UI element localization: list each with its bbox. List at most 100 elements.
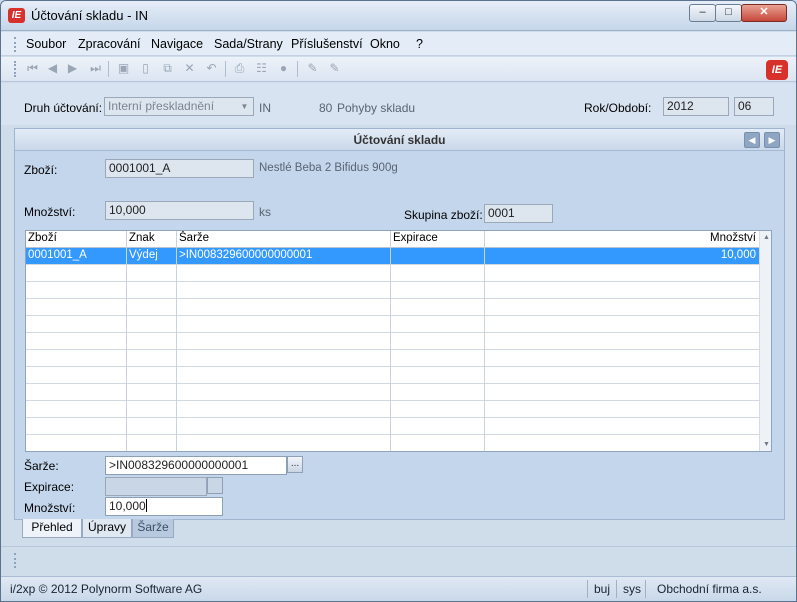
copy-icon[interactable]: ⧉ (160, 61, 175, 76)
menu-sada-strany[interactable]: Sada/Strany (214, 37, 283, 51)
druh-combobox[interactable]: Interní přeskladnění ▼ (104, 97, 254, 116)
rok-label: Rok/Období: (584, 101, 652, 115)
save-icon[interactable]: ▣ (116, 61, 131, 76)
application-window: IE Účtování skladu - IN – □ ✕ Soubor Zpr… (0, 0, 797, 602)
status-company: Obchodní firma a.s. (657, 582, 762, 596)
table-row[interactable] (26, 435, 759, 451)
column-header-sarze[interactable]: Šarže (179, 232, 209, 244)
maximize-button[interactable]: □ (715, 4, 742, 22)
info-icon[interactable]: ● (276, 61, 291, 76)
table-row[interactable] (26, 350, 759, 367)
header-panel: Druh účtování: Interní přeskladnění ▼ IN… (1, 83, 796, 125)
column-divider (484, 231, 485, 451)
column-header-zbozi[interactable]: Zboží (28, 232, 57, 244)
detail-mnozstvi-value: 10,000 (109, 499, 146, 513)
toolbar-separator (108, 61, 109, 77)
menu-help[interactable]: ? (416, 37, 423, 51)
column-header-mnozstvi[interactable]: Množství (710, 232, 756, 244)
scroll-down-icon[interactable]: ▼ (760, 441, 771, 448)
sarze-field[interactable]: >IN008329600000000001 (105, 456, 287, 475)
minimize-button[interactable]: – (689, 4, 716, 22)
druh-code: IN (259, 101, 271, 115)
bottom-grip[interactable] (14, 553, 17, 568)
rok-field[interactable]: 2012 (663, 97, 729, 116)
undo-icon[interactable]: ↶ (204, 61, 219, 76)
cell-sarze: >IN008329600000000001 (179, 249, 313, 261)
toolbar: ⏮ ◀ ▶ ⏭ ▣ ▯ ⧉ ✕ ↶ ⎙ ☷ ● ✎ ✎ IE (1, 57, 796, 82)
toolbar-separator (297, 61, 298, 77)
sarze-browse-button[interactable]: ... (287, 456, 303, 473)
tab-upravy[interactable]: Úpravy (82, 519, 132, 538)
delete-icon[interactable]: ✕ (182, 61, 197, 76)
menu-soubor[interactable]: Soubor (26, 37, 66, 51)
expirace-label: Expirace: (24, 480, 75, 494)
column-divider (126, 231, 127, 451)
last-record-icon[interactable]: ⏭ (88, 61, 103, 76)
cell-mnozstvi: 10,000 (720, 249, 756, 261)
table-row[interactable] (26, 265, 759, 282)
zbozi-name: Nestlé Beba 2 Bifidus 900g (259, 162, 398, 174)
detail-mnozstvi-field[interactable]: 10,000 (105, 497, 223, 516)
text-caret (145, 499, 147, 512)
table-row[interactable] (26, 282, 759, 299)
expirace-field[interactable] (105, 477, 207, 496)
column-header-znak[interactable]: Znak (129, 232, 155, 244)
tab-sarze[interactable]: Šarže (132, 519, 174, 538)
table-row[interactable] (26, 333, 759, 350)
expirace-picker-button[interactable] (207, 477, 223, 494)
edit-disabled-icon[interactable]: ✎ (327, 61, 342, 76)
close-button[interactable]: ✕ (741, 4, 787, 22)
toolbar-grip[interactable] (14, 61, 17, 77)
first-record-icon[interactable]: ⏮ (25, 61, 40, 76)
table-row[interactable] (26, 401, 759, 418)
chevron-down-icon[interactable]: ▼ (238, 99, 251, 114)
previous-record-icon[interactable]: ◀ (45, 61, 60, 76)
next-arrow-icon[interactable]: ▶ (764, 132, 780, 148)
table-row[interactable] (26, 384, 759, 401)
title-bar: IE Účtování skladu - IN – □ ✕ (1, 1, 796, 31)
edit-icon[interactable]: ✎ (305, 61, 320, 76)
mnozstvi-unit: ks (259, 205, 271, 219)
scroll-up-icon[interactable]: ▲ (760, 234, 771, 241)
mnozstvi-label: Množství: (24, 205, 76, 219)
section-title: Účtování skladu (353, 133, 446, 147)
table-row[interactable] (26, 418, 759, 435)
toolbar-separator (225, 61, 226, 77)
menu-grip[interactable] (14, 37, 17, 52)
zbozi-field[interactable]: 0001001_A (105, 159, 254, 178)
grid-scrollbar[interactable]: ▲ ▼ (759, 231, 771, 451)
table-row[interactable] (26, 316, 759, 333)
tab-prehled[interactable]: Přehled (22, 519, 82, 538)
minimize-icon: – (699, 6, 706, 18)
mnozstvi-field[interactable]: 10,000 (105, 201, 254, 220)
menu-prislusenstvi[interactable]: Příslušenství (291, 37, 363, 51)
new-icon[interactable]: ▯ (138, 61, 153, 76)
menu-bar: Soubor Zpracování Navigace Sada/Strany P… (1, 32, 796, 56)
bottom-toolbar (1, 546, 796, 574)
status-bar: i/2xp © 2012 Polynorm Software AG buj sy… (1, 576, 796, 601)
window-title: Účtování skladu - IN (31, 8, 149, 23)
column-header-expirace[interactable]: Expirace (393, 232, 438, 244)
menu-navigace[interactable]: Navigace (151, 37, 203, 51)
obdobi-field[interactable]: 06 (734, 97, 774, 116)
menu-okno[interactable]: Okno (370, 37, 400, 51)
maximize-icon: □ (725, 6, 732, 18)
prev-arrow-icon[interactable]: ◀ (744, 132, 760, 148)
table-row[interactable] (26, 299, 759, 316)
table-row[interactable] (26, 367, 759, 384)
print-icon[interactable]: ⎙ (232, 61, 247, 76)
skupina-field[interactable]: 0001 (484, 204, 553, 223)
sarze-label: Šarže: (24, 459, 59, 473)
zbozi-label: Zboží: (24, 163, 58, 177)
menu-zpracovani[interactable]: Zpracování (78, 37, 141, 51)
column-divider (390, 231, 391, 451)
druh-label: Druh účtování: (24, 101, 103, 115)
druh-number: 80 (319, 101, 333, 115)
next-record-icon[interactable]: ▶ (65, 61, 80, 76)
status-copyright: i/2xp © 2012 Polynorm Software AG (10, 582, 203, 596)
table-row[interactable]: 0001001_A Výdej >IN008329600000000001 10… (26, 248, 759, 265)
status-user: buj (594, 582, 611, 596)
tree-icon[interactable]: ☷ (254, 61, 269, 76)
status-separator (645, 580, 646, 598)
status-system: sys (623, 582, 641, 596)
